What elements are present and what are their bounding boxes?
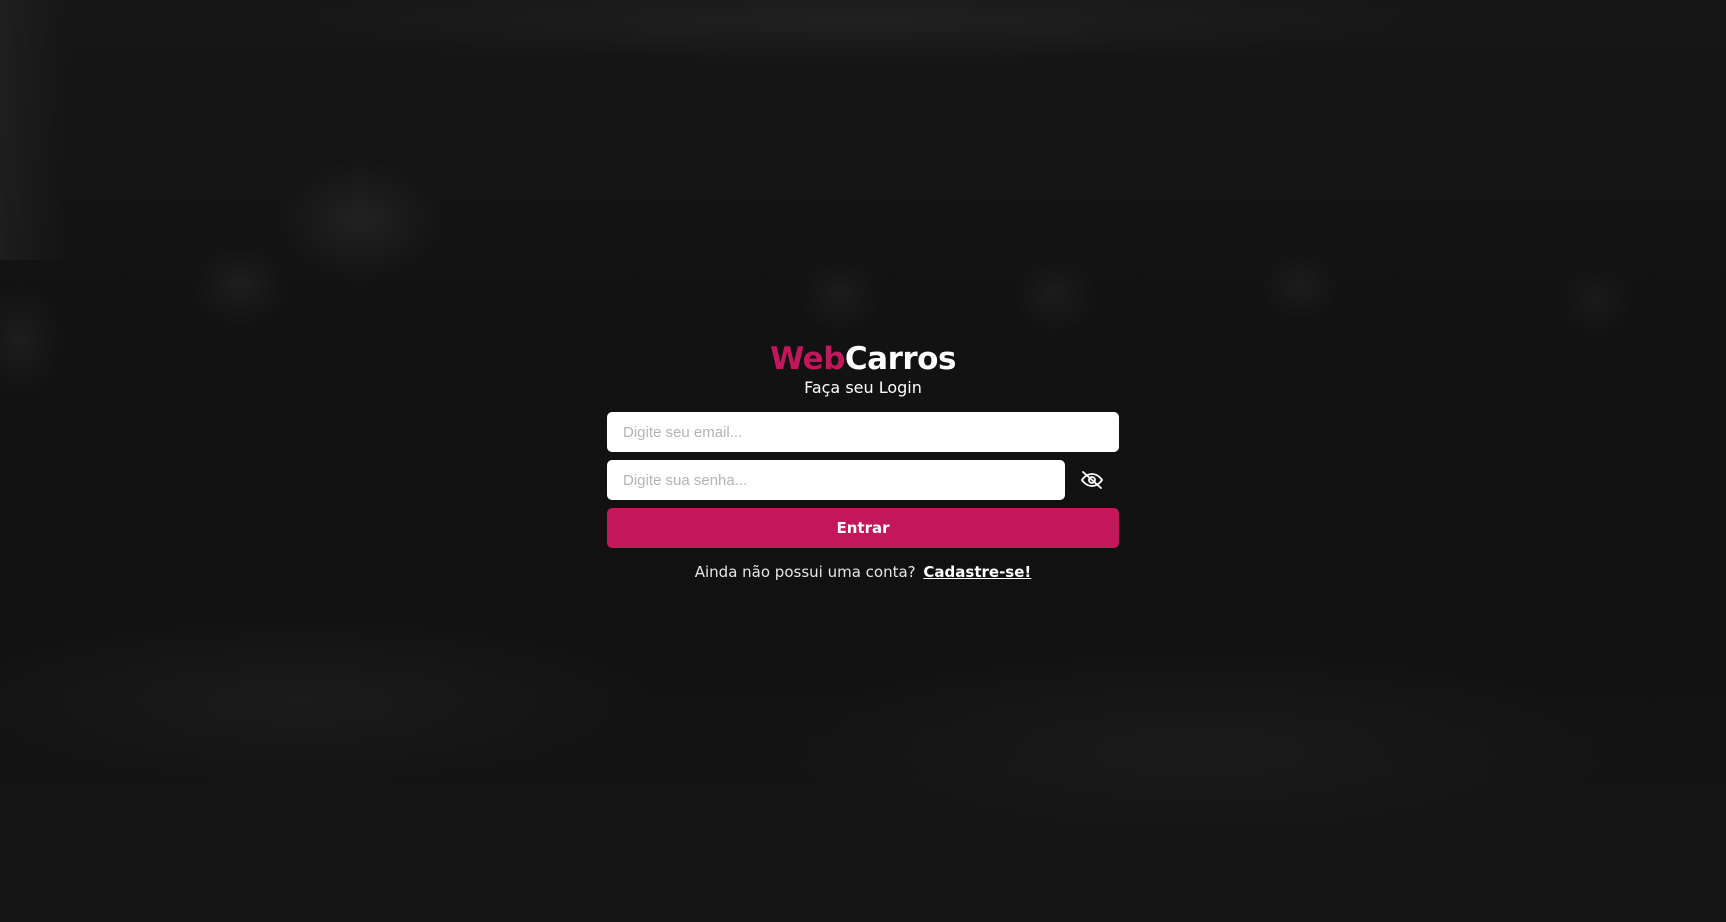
password-input[interactable] — [607, 460, 1065, 500]
brand-logo-carros: Carros — [844, 341, 957, 377]
eye-off-icon — [1081, 471, 1103, 489]
password-row — [607, 460, 1119, 500]
email-input[interactable] — [607, 412, 1119, 452]
brand-logo: WebCarros — [770, 340, 956, 378]
signup-row: Ainda não possui uma conta? Cadastre-se! — [695, 563, 1032, 581]
signup-prompt: Ainda não possui uma conta? — [694, 563, 916, 581]
signup-link[interactable]: Cadastre-se! — [923, 563, 1031, 581]
login-container: WebCarros Faça seu Login Entrar Ainda nã… — [607, 340, 1119, 581]
password-visibility-toggle[interactable] — [1065, 460, 1119, 500]
brand-logo-web: Web — [770, 341, 845, 377]
login-button[interactable]: Entrar — [607, 508, 1119, 548]
page-subtitle: Faça seu Login — [804, 378, 922, 397]
background-detail — [0, 0, 70, 260]
